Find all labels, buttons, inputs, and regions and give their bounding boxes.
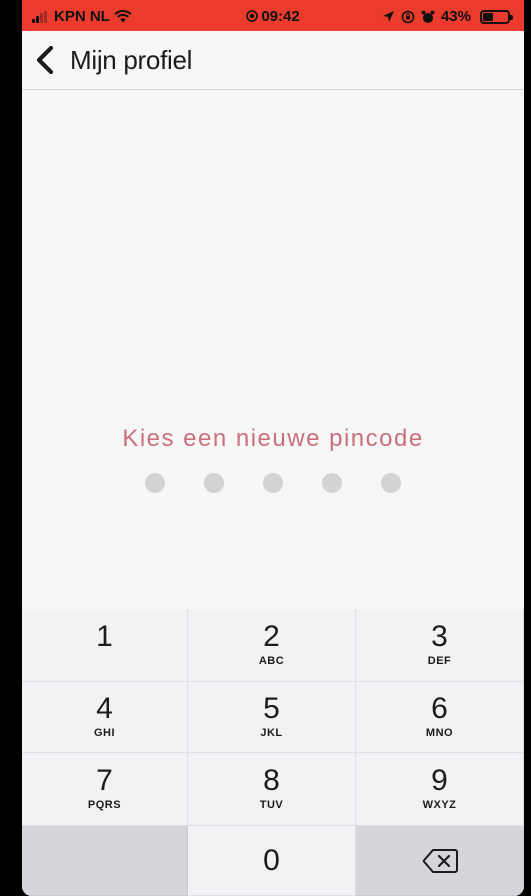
phone-screen: KPN NL 09:42 43% Mijn profiel Kies een n… (22, 0, 524, 896)
pin-dot (322, 473, 342, 493)
key-letters: JKL (260, 727, 283, 739)
key-2[interactable]: 2 ABC (188, 609, 356, 682)
key-3[interactable]: 3 DEF (356, 609, 524, 682)
key-digit: 1 (96, 620, 113, 653)
key-letters: GHI (93, 727, 116, 739)
pin-dot (145, 473, 165, 493)
key-digit: 7 (96, 764, 113, 797)
key-7[interactable]: 7 PQRS (22, 753, 188, 826)
delete-button[interactable] (356, 826, 524, 896)
key-6[interactable]: 6 MNO (356, 682, 524, 753)
key-digit: 2 (263, 620, 280, 653)
key-0[interactable]: 0 (188, 826, 356, 896)
key-5[interactable]: 5 JKL (188, 682, 356, 753)
nav-bar: Mijn profiel (22, 31, 524, 90)
key-letters: ABC (258, 655, 285, 667)
key-letters: WXYZ (422, 799, 457, 811)
pin-dot (381, 473, 401, 493)
key-letters: TUV (259, 799, 284, 811)
key-digit: 8 (263, 764, 280, 797)
key-8[interactable]: 8 TUV (188, 753, 356, 826)
chevron-left-icon[interactable] (34, 45, 58, 75)
screen-recording-icon (246, 10, 259, 22)
backspace-icon (422, 848, 458, 873)
key-digit: 5 (263, 692, 280, 725)
battery-icon (480, 9, 513, 24)
key-digit: 4 (96, 692, 113, 725)
battery-percent: 43% (440, 8, 471, 25)
key-digit: 0 (263, 843, 280, 877)
pin-prompt: Kies een nieuwe pincode (122, 425, 424, 452)
pin-dot (204, 473, 224, 493)
numeric-keypad: 1 2 ABC 3 DEF 4 GHI 5 JKL 6 MNO 7 PQRS 8 TUV 9 W… (22, 609, 524, 896)
pin-dot (263, 473, 283, 493)
key-letters: PQRS (87, 799, 122, 811)
pin-dots (22, 473, 524, 493)
key-empty (22, 826, 188, 896)
location-arrow-icon (382, 11, 394, 22)
clock: 09:42 (261, 8, 300, 25)
status-right: 43% (382, 8, 513, 25)
key-digit: 9 (431, 764, 448, 797)
alarm-icon (421, 10, 435, 23)
battery-level (483, 12, 494, 21)
status-bar: KPN NL 09:42 43% (22, 0, 524, 31)
orientation-lock-icon (401, 10, 415, 23)
key-digit: 3 (431, 620, 448, 653)
key-4[interactable]: 4 GHI (22, 682, 188, 753)
key-letters: DEF (427, 655, 452, 667)
key-digit: 6 (431, 692, 448, 725)
key-9[interactable]: 9 WXYZ (356, 753, 524, 826)
key-letters: MNO (425, 727, 454, 739)
page-title: Mijn profiel (70, 45, 193, 75)
key-1[interactable]: 1 (22, 609, 188, 682)
